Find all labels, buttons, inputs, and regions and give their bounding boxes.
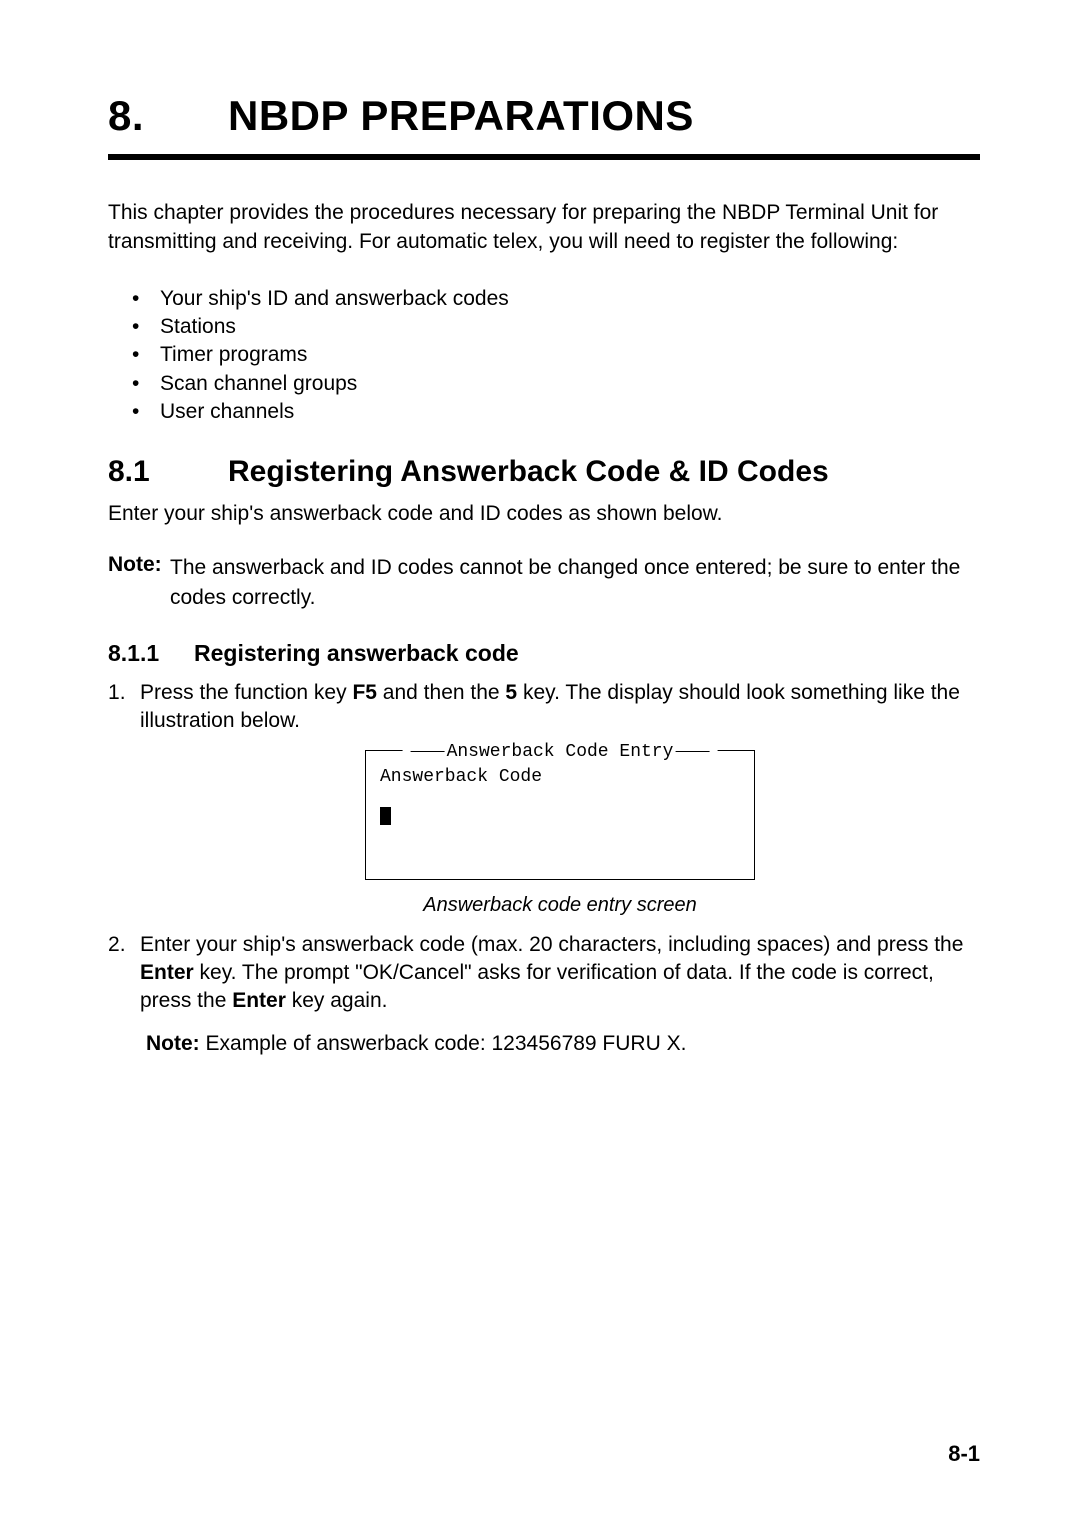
dash-icon	[411, 751, 445, 752]
terminal-box: Answerback Code Entry Answerback Code	[365, 750, 755, 880]
intro-paragraph: This chapter provides the procedures nec…	[108, 198, 980, 257]
note-label: Note:	[146, 1032, 200, 1055]
section-title: 8.1Registering Answerback Code & ID Code…	[108, 455, 980, 489]
terminal-title: Answerback Code Entry	[403, 740, 718, 764]
register-list: Your ship's ID and answerback codes Stat…	[136, 285, 980, 427]
step2-p1: Enter your ship's answerback code (max. …	[140, 933, 963, 956]
key-enter: Enter	[140, 961, 194, 984]
subsection-title: 8.1.1Registering answerback code	[108, 640, 980, 667]
note-body: Example of answerback code: 123456789 FU…	[200, 1032, 687, 1055]
list-item: Scan channel groups	[136, 370, 980, 398]
step2-note: Note: Example of answerback code: 123456…	[140, 1030, 980, 1058]
chapter-number: 8.	[108, 92, 228, 140]
dash-icon	[675, 751, 709, 752]
cursor-icon	[380, 807, 391, 825]
list-item: Timer programs	[136, 341, 980, 369]
section-para: Enter your ship's answerback code and ID…	[108, 499, 980, 528]
figure: Answerback Code Entry Answerback Code An…	[140, 750, 980, 919]
key-f5: F5	[352, 681, 377, 704]
terminal-line: Answerback Code	[380, 765, 740, 789]
key-enter: Enter	[232, 989, 286, 1012]
section-note: Note: The answerback and ID codes cannot…	[108, 550, 980, 612]
section-title-text: Registering Answerback Code & ID Codes	[228, 455, 829, 488]
figure-caption: Answerback code entry screen	[423, 892, 696, 919]
step2-p3: key again.	[286, 989, 388, 1012]
note-label: Note:	[108, 553, 162, 576]
steps-list: Press the function key F5 and then the 5…	[108, 679, 980, 1058]
step-1: Press the function key F5 and then the 5…	[108, 679, 980, 919]
chapter-title: 8.NBDP PREPARATIONS	[108, 92, 980, 140]
subsection-title-text: Registering answerback code	[194, 640, 519, 666]
list-item: Stations	[136, 313, 980, 341]
step1-pre: Press the function key	[140, 681, 352, 704]
section-number: 8.1	[108, 455, 228, 489]
step-2: Enter your ship's answerback code (max. …	[108, 931, 980, 1058]
subsection-number: 8.1.1	[108, 640, 194, 667]
note-body: The answerback and ID codes cannot be ch…	[170, 553, 980, 612]
page-number: 8-1	[948, 1441, 980, 1467]
key-5: 5	[505, 681, 517, 704]
step1-mid: and then the	[377, 681, 505, 704]
list-item: Your ship's ID and answerback codes	[136, 285, 980, 313]
terminal-title-text: Answerback Code Entry	[447, 742, 674, 762]
list-item: User channels	[136, 398, 980, 426]
title-rule	[108, 154, 980, 160]
chapter-title-text: NBDP PREPARATIONS	[228, 92, 694, 139]
